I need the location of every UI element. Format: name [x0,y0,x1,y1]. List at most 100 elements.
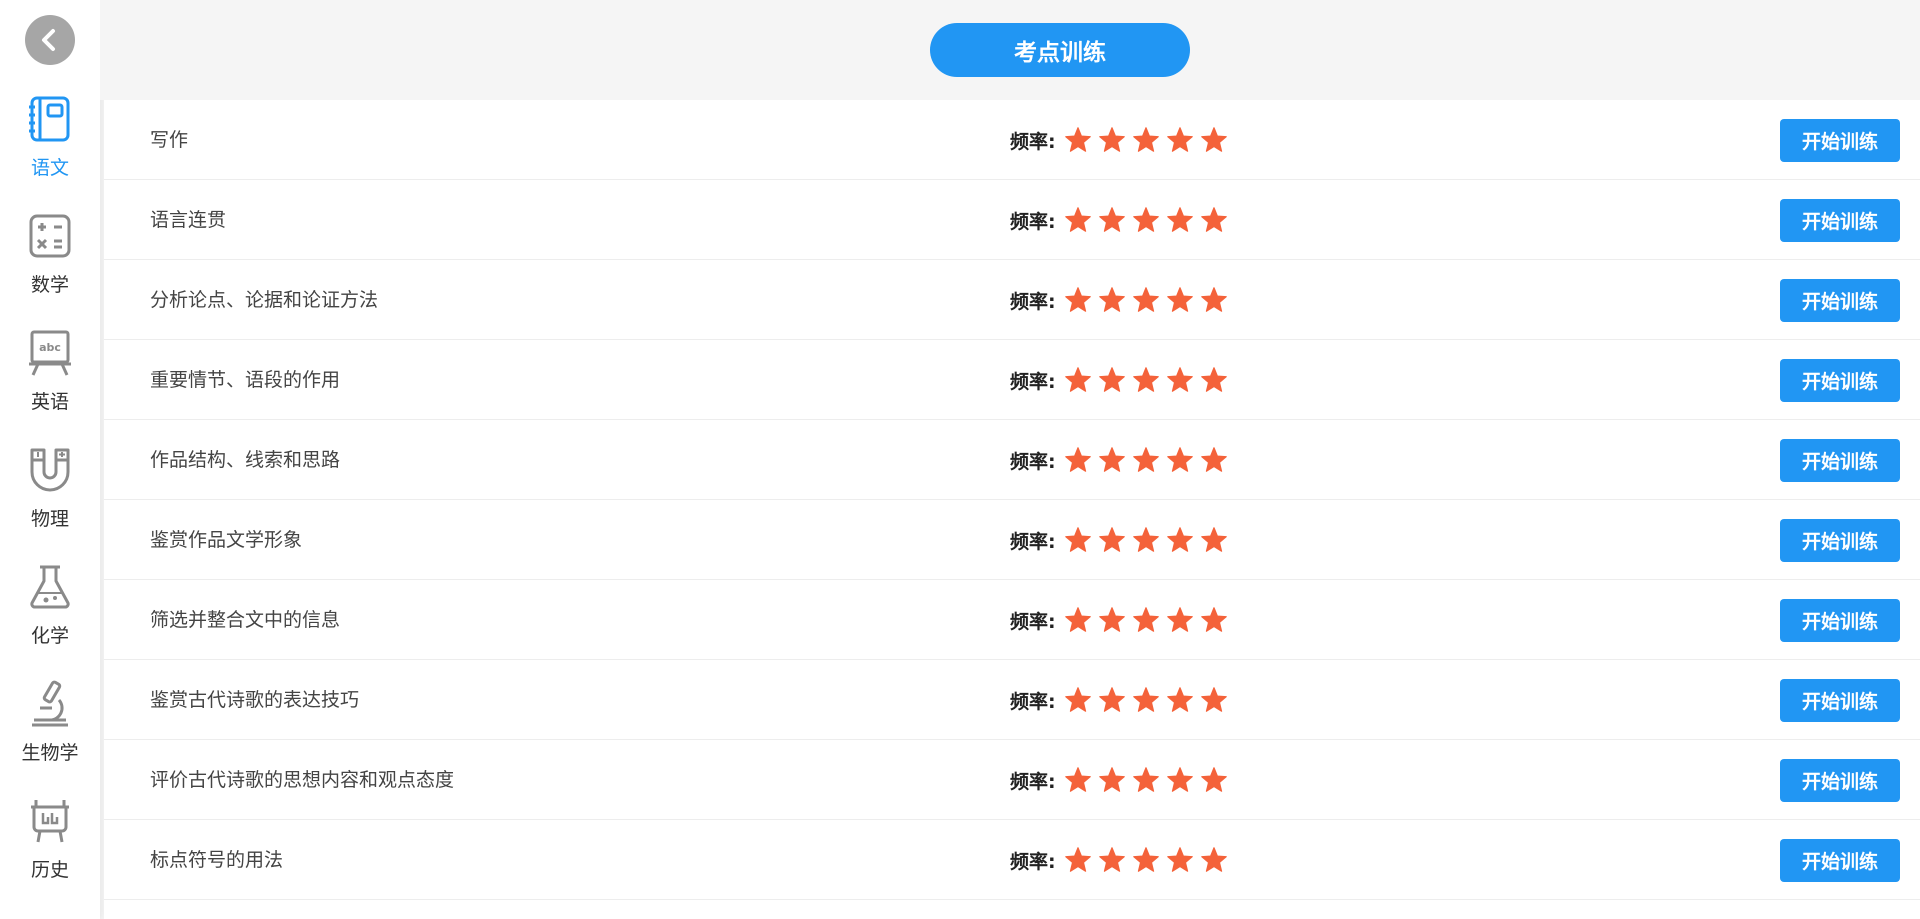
star-icon [1132,207,1159,232]
sidebar-item-label: 化学 [30,625,69,647]
star-icon [1064,447,1091,472]
topic-title: 标点符号的用法 [150,849,284,871]
microscope-icon [32,680,68,727]
chevron-left-icon [42,29,55,51]
magnet-icon [30,448,70,492]
frequency-label: 频率: [1010,450,1056,473]
topic-list: 写作 频率: 开始训练 语言连贯 频率: 开始训练 分析论点、论据和论证方法 频… [104,100,1920,919]
page-title-button[interactable]: 考点训练 [930,23,1190,77]
sidebar-item-physics[interactable]: 物理 [0,446,100,546]
frequency-label: 频率: [1010,850,1056,873]
list-item: 写作 频率: 开始训练 [104,100,1920,180]
star-icon [1098,367,1125,392]
star-icon [1098,767,1125,792]
frequency-rating: 频率: [1010,660,1234,740]
list-item: 重要情节、语段的作用 频率: 开始训练 [104,340,1920,420]
flask-icon [30,565,70,609]
start-training-button[interactable]: 开始训练 [1780,679,1900,722]
list-item: 鉴赏古代诗歌的表达技巧 频率: 开始训练 [104,660,1920,740]
star-icon [1064,607,1091,632]
star-icon [1200,127,1227,152]
frequency-label: 频率: [1010,290,1056,313]
sidebar-item-english[interactable]: abc 英语 [0,329,100,429]
sidebar-item-chemistry[interactable]: 化学 [0,563,100,663]
frequency-label: 频率: [1010,690,1056,713]
star-icon [1132,447,1159,472]
start-training-button[interactable]: 开始训练 [1780,519,1900,562]
list-item: 作品结构、线索和思路 频率: 开始训练 [104,420,1920,500]
start-training-button[interactable]: 开始训练 [1780,839,1900,882]
frequency-label: 频率: [1010,210,1056,233]
abc-board-icon: abc [29,330,71,376]
frequency-rating: 频率: [1010,820,1234,900]
star-icon [1166,527,1193,552]
frequency-rating: 频率: [1010,340,1234,420]
frequency-label: 频率: [1010,130,1056,153]
frequency-rating: 频率: [1010,180,1234,260]
star-icon [1064,847,1091,872]
star-icon [1200,767,1227,792]
star-icon [1166,607,1193,632]
star-icon [1166,287,1193,312]
sidebar-item-math[interactable]: 数学 [0,212,100,312]
star-icon [1098,287,1125,312]
star-icon [1166,127,1193,152]
star-icon [1166,767,1193,792]
frequency-label: 频率: [1010,610,1056,633]
sidebar-item-label: 语文 [30,157,69,179]
start-training-button[interactable]: 开始训练 [1780,199,1900,242]
sidebar-item-chinese[interactable]: 语文 [0,95,100,195]
back-button[interactable] [25,15,75,65]
star-icon [1200,287,1227,312]
page-header: 考点训练 [100,0,1920,100]
star-icon [1064,367,1091,392]
sidebar-item-label: 物理 [30,508,69,530]
star-icon [1132,287,1159,312]
star-icon [1200,207,1227,232]
star-icon [1098,847,1125,872]
sidebar-item-label: 历史 [30,859,69,881]
star-icon [1166,687,1193,712]
svg-text:abc: abc [39,341,61,354]
star-icon [1132,367,1159,392]
star-icon [1064,767,1091,792]
sidebar-item-biology[interactable]: 生物学 [0,680,100,780]
star-icon [1132,607,1159,632]
frequency-rating: 频率: [1010,500,1234,580]
list-item: 筛选并整合文中的信息 频率: 开始训练 [104,580,1920,660]
star-icon [1166,847,1193,872]
topic-title: 重要情节、语段的作用 [150,369,341,391]
sidebar-item-label: 英语 [30,391,69,413]
start-training-button[interactable]: 开始训练 [1780,359,1900,402]
star-icon [1132,527,1159,552]
bronze-vessel-icon [31,800,69,843]
star-icon [1098,127,1125,152]
topic-title: 鉴赏作品文学形象 [150,529,303,551]
start-training-button[interactable]: 开始训练 [1780,599,1900,642]
star-icon [1098,447,1125,472]
star-icon [1166,207,1193,232]
calculator-icon [29,214,71,258]
start-training-button[interactable]: 开始训练 [1780,279,1900,322]
star-icon [1098,527,1125,552]
start-training-button[interactable]: 开始训练 [1780,439,1900,482]
star-icon [1166,367,1193,392]
list-item: 鉴赏作品文学形象 频率: 开始训练 [104,500,1920,580]
star-icon [1200,847,1227,872]
list-item: 评价古代诗歌的思想内容和观点态度 频率: 开始训练 [104,740,1920,820]
start-training-button[interactable]: 开始训练 [1780,759,1900,802]
sidebar-item-history[interactable]: 历史 [0,797,100,897]
subject-sidebar: 语文 数学 abc 英语 物理 化学 生物学 历史 [0,0,100,919]
list-item: 分析论点、论据和论证方法 频率: 开始训练 [104,260,1920,340]
star-icon [1064,527,1091,552]
star-icon [1064,207,1091,232]
topic-title: 语言连贯 [150,209,227,231]
star-icon [1064,127,1091,152]
frequency-label: 频率: [1010,770,1056,793]
start-training-button[interactable]: 开始训练 [1780,119,1900,162]
star-icon [1098,207,1125,232]
star-icon [1200,607,1227,632]
star-icon [1166,447,1193,472]
star-icon [1132,767,1159,792]
star-icon [1098,687,1125,712]
